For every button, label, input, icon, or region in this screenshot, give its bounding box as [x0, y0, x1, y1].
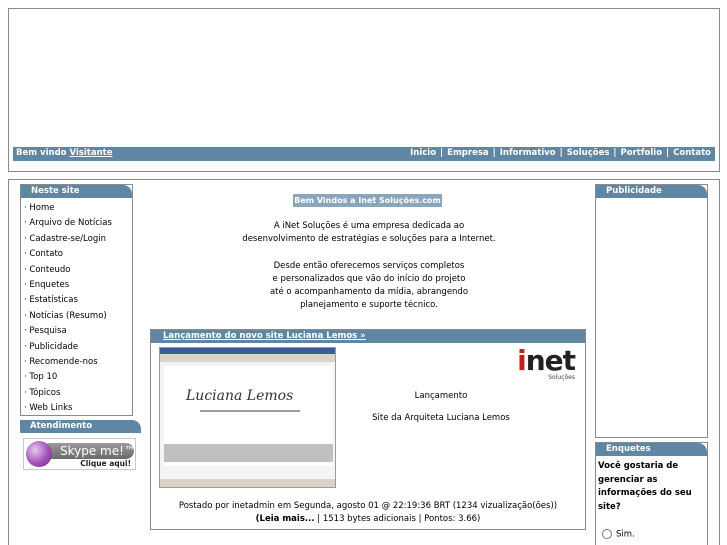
menu-item-noticias[interactable]: · Notícias (Resumo) — [21, 309, 132, 324]
top-bar: Bem vindo Visitante Inicio | Empresa | Infor… — [13, 147, 715, 161]
intro-text: A iNet Soluções é uma empresa dedicada a… — [209, 220, 529, 313]
news-line-1: Lançamento — [414, 391, 468, 401]
intro-line: até o acompanhamento da mídia, abrangend… — [269, 287, 469, 298]
news-body: Lançamento Site da Arquiteta Luciana Lem… — [336, 385, 546, 429]
top-nav: Inicio | Empresa | Informativo | Soluções | Port… — [410, 148, 711, 158]
thumb-signature: Luciana Lemos — [186, 388, 294, 404]
menu-item-arquivo[interactable]: · Arquivo de Notícias — [21, 216, 132, 231]
header-banner: Bem vindo Visitante Inicio | Empresa | Infor… — [8, 8, 720, 172]
intro-line: A iNet Soluções é uma empresa dedicada a… — [273, 221, 465, 231]
site-screenshot-image[interactable]: Luciana Lemos — [159, 347, 336, 488]
intro-line: desenvolvimento de estratégias e soluçõe… — [242, 234, 496, 245]
news-line-2: Site da Arquiteta Luciana Lemos — [372, 413, 510, 423]
inet-logo-net: net — [525, 344, 576, 377]
nav-informativo[interactable]: Informativo — [500, 148, 556, 158]
nav-separator: | — [613, 148, 617, 158]
intro-line: planejamento e suporte técnico. — [300, 300, 438, 311]
news-title-link[interactable]: Lançamento do novo site Luciana Lemos » — [151, 330, 585, 343]
inet-logo: inet Soluções — [509, 344, 579, 384]
news-stats: | 1513 bytes adicionais | Pontos: 3.66) — [314, 514, 481, 524]
site-menu-box: Neste site · Home · Arquivo de Notícias … — [20, 184, 133, 416]
main-frame: Neste site · Home · Arquivo de Notícias … — [8, 179, 720, 545]
nav-separator: | — [559, 148, 563, 158]
welcome-title: Bem Vindos a Inet Soluções.com — [293, 194, 442, 207]
poll-option[interactable]: Sim. — [602, 529, 635, 540]
enquetes-title: Enquetes — [596, 443, 707, 456]
skype-button[interactable]: Skype me!™ Clique aqui! — [23, 438, 136, 470]
menu-item-conteudo[interactable]: · Conteudo — [21, 263, 132, 278]
skype-icon — [26, 441, 52, 467]
thumb-line — [200, 410, 300, 412]
poll-option-label: Sim. — [616, 529, 635, 540]
thumb-gray-band — [164, 444, 333, 462]
nav-solucoes[interactable]: Soluções — [567, 148, 610, 158]
enquetes-box: Enquetes Você gostaria de gerenciar as i… — [595, 442, 708, 545]
thumb-statusbar — [160, 479, 335, 487]
menu-item-cadastre[interactable]: · Cadastre-se/Login — [21, 232, 132, 247]
visitor-link[interactable]: Visitante — [69, 148, 112, 158]
welcome-prefix: Bem vindo — [16, 148, 67, 158]
menu-item-publicidade[interactable]: · Publicidade — [21, 340, 132, 355]
poll-radio[interactable] — [602, 529, 612, 539]
menu-item-recomende[interactable]: · Recomende-nos — [21, 355, 132, 370]
skype-cta: Clique aqui! — [80, 459, 131, 468]
menu-item-top10[interactable]: · Top 10 — [21, 370, 132, 385]
site-menu-title: Neste site — [21, 185, 132, 198]
site-menu-list: · Home · Arquivo de Notícias · Cadastre-… — [21, 198, 132, 416]
menu-item-estatisticas[interactable]: · Estatísticas — [21, 293, 132, 308]
inet-logo-i: i — [517, 344, 527, 377]
nav-separator: | — [666, 148, 670, 158]
menu-item-contato[interactable]: · Contato — [21, 247, 132, 262]
read-more-link[interactable]: (Leia mais... — [256, 514, 315, 524]
menu-item-pesquisa[interactable]: · Pesquisa — [21, 324, 132, 339]
atendimento-title: Atendimento — [20, 420, 141, 433]
news-meta: (Leia mais... | 1513 bytes adicionais | … — [151, 513, 585, 526]
news-article: Lançamento do novo site Luciana Lemos » … — [150, 329, 586, 530]
nav-empresa[interactable]: Empresa — [447, 148, 489, 158]
skype-label: Skype me!™ — [42, 443, 136, 459]
poll-question: Você gostaria de gerenciar as informaçõe… — [598, 461, 692, 512]
inet-logo-word: inet — [517, 344, 576, 377]
menu-item-weblinks[interactable]: · Web Links — [21, 401, 132, 416]
nav-separator: | — [492, 148, 496, 158]
nav-portfolio[interactable]: Portfolio — [621, 148, 663, 158]
intro-line: e personalizados que vão do início do pr… — [272, 273, 466, 284]
menu-item-topicos[interactable]: · Tópicos — [21, 386, 132, 401]
publicidade-box: Publicidade — [595, 184, 708, 438]
thumb-toolbar — [160, 354, 335, 362]
news-footer: Postado por inetadmin em Segunda, agosto… — [151, 500, 585, 526]
publicidade-title: Publicidade — [596, 185, 707, 198]
nav-contato[interactable]: Contato — [673, 148, 711, 158]
nav-separator: | — [440, 148, 444, 158]
menu-item-home[interactable]: · Home — [21, 201, 132, 216]
nav-inicio[interactable]: Inicio — [410, 148, 436, 158]
inet-logo-sub: Soluções — [548, 374, 575, 381]
intro-line: Desde então oferecemos serviços completo… — [273, 260, 465, 271]
news-posted-info: Postado por inetadmin em Segunda, agosto… — [178, 501, 558, 511]
menu-item-enquetes[interactable]: · Enquetes — [21, 278, 132, 293]
welcome-text: Bem vindo Visitante — [16, 148, 112, 158]
atendimento-box: Atendimento Skype me!™ Clique aqui! — [20, 420, 141, 477]
